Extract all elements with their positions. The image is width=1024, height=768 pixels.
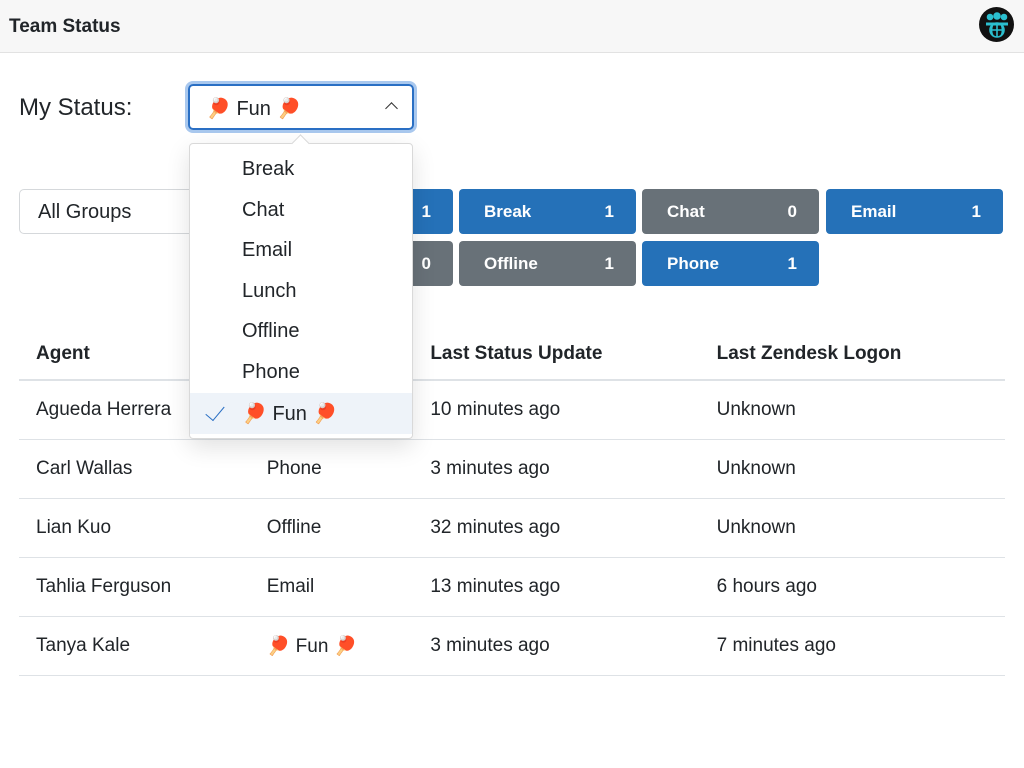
badge-label: Chat [667,201,705,221]
status-option[interactable]: Phone [190,353,412,394]
table-cell: Lian Kuo [19,498,250,558]
table-cell: Unknown [699,439,1005,499]
status-option[interactable]: 🏓 Fun 🏓 [190,393,412,434]
badge-label: Offline [484,253,538,273]
table-cell: Phone [249,439,414,499]
table-cell: 🏓 Fun 🏓 [249,616,414,676]
status-option[interactable]: Email [190,231,412,272]
badge-count: 1 [604,253,614,273]
column-header[interactable]: Last Status Update [413,328,700,381]
status-option-label: Chat [242,198,285,221]
status-option[interactable]: Offline [190,312,412,353]
table-cell: Email [249,557,414,617]
group-select-value: All Groups [38,201,132,223]
status-filter-button[interactable]: Phone 1 [642,241,819,286]
badge-count: 0 [421,253,431,273]
table-cell: Unknown [699,380,1005,440]
status-option[interactable]: Lunch [190,272,412,313]
badge-count: 0 [787,201,797,221]
agents-table: Agent Last Status Update Last Zendesk Logo… [19,328,1005,676]
app-title: Team Status [9,16,121,37]
status-option[interactable]: Break [190,150,412,191]
table-cell: Unknown [699,498,1005,558]
table-row: Tahlia Ferguson Email 13 minutes ago 6 hour… [19,557,1005,617]
table-row: Lian Kuo Offline 32 minutes ago Unknown [19,498,1005,558]
badge-count: 1 [604,201,614,221]
status-option-label: 🏓 Fun 🏓 [242,403,338,425]
table-cell: 32 minutes ago [413,498,700,558]
my-status-value: 🏓 Fun 🏓 [206,98,302,120]
my-status-select[interactable]: 🏓 Fun 🏓 [188,84,414,130]
status-filter-button[interactable]: Offline 1 [459,241,636,286]
table-cell: Tahlia Ferguson [19,557,250,617]
status-option-label: Break [242,158,295,180]
status-option-label: Email [242,239,293,261]
status-filter-button[interactable]: Chat 0 [642,189,819,234]
badge-count: 1 [787,253,797,273]
badge-count: 1 [971,201,981,221]
column-header[interactable]: Last Zendesk Logon [699,328,1005,381]
badge-label: Phone [667,253,719,273]
badge-count: 1 [421,201,431,221]
table-cell: 13 minutes ago [413,557,700,617]
status-option-label: Offline [242,320,300,342]
check-icon [205,400,225,422]
table-cell: 3 minutes ago [413,616,700,676]
status-option-label: Phone [242,360,300,383]
status-option-label: Lunch [242,279,297,302]
table-row: Agueda Herrera 10 minutes ago Unknown [19,380,1005,440]
my-status-label: My Status: [19,94,133,121]
top-bar: Team Status [0,0,1024,53]
status-filter-button[interactable]: Break 1 [459,189,636,234]
status-option[interactable]: Chat [190,191,412,232]
team-globe-icon[interactable] [979,7,1014,42]
table-cell: 6 hours ago [699,557,1005,617]
chevron-up-icon [385,102,398,115]
table-cell: Tanya Kale [19,616,250,676]
table-cell: 10 minutes ago [413,380,700,440]
table-cell: Carl Wallas [19,439,250,499]
table-row: Tanya Kale 🏓 Fun 🏓 3 minutes ago 7 minutes … [19,616,1005,676]
status-dropdown-menu: Break Chat Email Lunch Offline Phone 🏓 Fun 🏓 [189,143,413,439]
table-cell: 7 minutes ago [699,616,1005,676]
table-cell: Offline [249,498,414,558]
badge-label: Email [851,201,897,221]
badge-label: Break [484,201,532,221]
table-row: Carl Wallas Phone 3 minutes ago Unknown [19,439,1005,499]
status-filter-button[interactable]: Email 1 [826,189,1003,234]
table-cell: 3 minutes ago [413,439,700,499]
